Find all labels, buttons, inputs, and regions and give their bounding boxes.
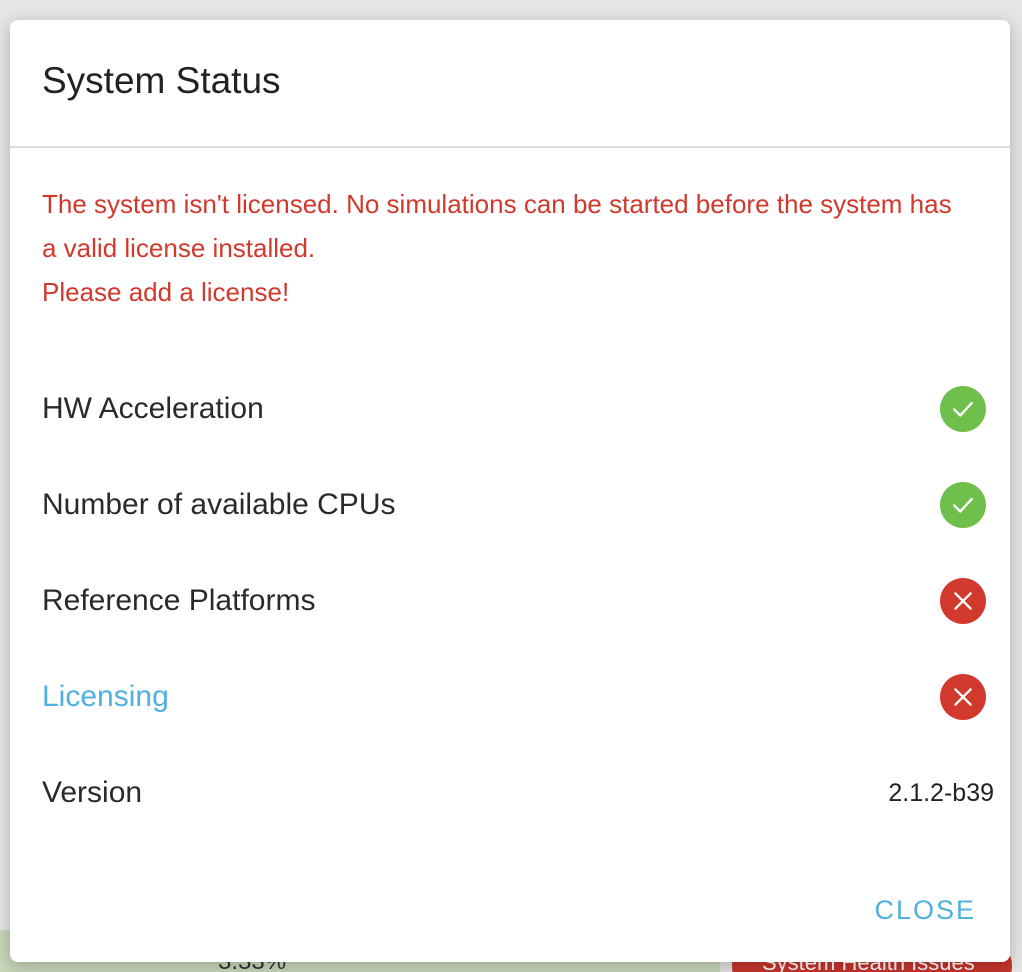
license-alert-call-to-action: Please add a license! bbox=[42, 277, 290, 307]
dialog-title: System Status bbox=[42, 60, 281, 101]
check-icon bbox=[940, 386, 986, 432]
status-row-reference-platforms: Reference Platforms bbox=[42, 571, 986, 631]
status-row-licensing: Licensing bbox=[42, 667, 986, 727]
close-button[interactable]: CLOSE bbox=[874, 895, 976, 926]
status-label: HW Acceleration bbox=[42, 392, 264, 425]
license-alert: The system isn't licensed. No simulation… bbox=[42, 182, 972, 314]
check-icon bbox=[940, 482, 986, 528]
x-icon bbox=[940, 674, 986, 720]
dialog-header: System Status bbox=[10, 20, 1010, 148]
status-row-hw-acceleration: HW Acceleration bbox=[42, 379, 986, 439]
status-label: Number of available CPUs bbox=[42, 488, 396, 521]
licensing-link[interactable]: Licensing bbox=[42, 680, 169, 714]
version-value: 2.1.2-b39 bbox=[888, 778, 994, 807]
license-alert-message: The system isn't licensed. No simulation… bbox=[42, 189, 952, 263]
x-icon bbox=[940, 578, 986, 624]
status-row-version: Version 2.1.2-b39 bbox=[42, 763, 994, 823]
status-row-cpus: Number of available CPUs bbox=[42, 475, 986, 535]
status-label: Reference Platforms bbox=[42, 584, 316, 617]
system-status-dialog: System Status The system isn't licensed.… bbox=[10, 20, 1010, 962]
version-label: Version bbox=[42, 776, 143, 809]
